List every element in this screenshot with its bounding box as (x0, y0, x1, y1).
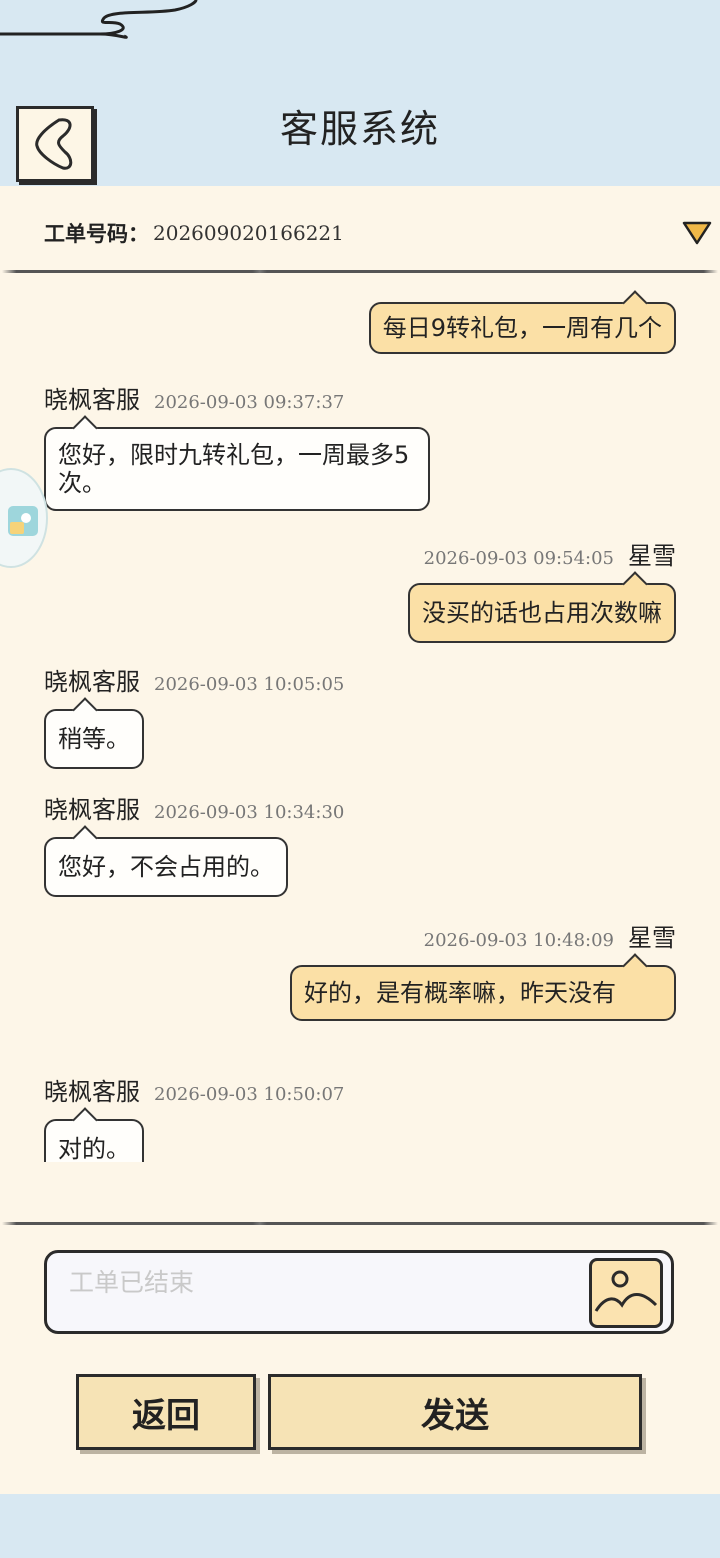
ticket-number-value: 202609020166221 (153, 221, 344, 245)
message-item: 晓枫客服 2026-09-03 10:34:30 您好，不会占用的。 (44, 790, 344, 897)
message-timestamp: 2026-09-03 10:05:05 (154, 674, 345, 695)
message-timestamp: 2026-09-03 10:50:07 (154, 1084, 345, 1105)
message-timestamp: 2026-09-03 10:48:09 (423, 930, 614, 951)
back-text-button[interactable]: 返回 (76, 1374, 256, 1450)
image-upload-button[interactable] (589, 1258, 663, 1328)
message-input[interactable]: 工单已结束 (44, 1250, 674, 1334)
message-item: 2026-09-03 10:48:09 星雪 好的，是有概率嘛，昨天没有 (290, 918, 676, 1021)
image-upload-icon (594, 1270, 658, 1312)
message-timestamp: 2026-09-03 10:34:30 (154, 802, 345, 823)
message-bubble: 每日9转礼包，一周有几个 (368, 302, 676, 354)
divider-top (2, 270, 718, 273)
ticket-number-label: 工单号码： (44, 222, 149, 246)
input-placeholder: 工单已结束 (69, 1268, 195, 1297)
page-title: 客服系统 (279, 107, 440, 151)
customer-service-screen: 客服系统 工单号码： 202609020166221 每日9转礼包，一周有几个 … (0, 0, 720, 1558)
message-item: 每日9转礼包，一周有几个 (368, 302, 676, 354)
sender-name: 星雪 (628, 542, 676, 570)
message-bubble: 对的。 (44, 1119, 144, 1162)
cloud-decoration (0, 0, 198, 39)
sender-name: 晓枫客服 (44, 1078, 140, 1106)
game-tile-icon (8, 506, 38, 536)
chat-messages[interactable]: 每日9转礼包，一周有几个 晓枫客服 2026-09-03 09:37:37 您好… (0, 276, 720, 1162)
send-button[interactable]: 发送 (268, 1374, 642, 1450)
message-bubble: 稍等。 (44, 709, 144, 769)
message-item: 2026-09-03 09:54:05 星雪 没买的话也占用次数嘛 (408, 536, 676, 643)
sender-name: 晓枫客服 (44, 796, 140, 824)
message-bubble: 好的，是有概率嘛，昨天没有 (290, 965, 676, 1021)
main-panel: 工单号码： 202609020166221 每日9转礼包，一周有几个 晓枫客服 … (0, 186, 720, 1494)
message-bubble: 没买的话也占用次数嘛 (408, 583, 676, 643)
message-timestamp: 2026-09-03 09:37:37 (154, 392, 345, 413)
message-item: 晓枫客服 2026-09-03 10:05:05 稍等。 (44, 662, 344, 769)
message-bubble: 您好，不会占用的。 (44, 837, 288, 897)
sender-name: 晓枫客服 (44, 386, 140, 414)
sender-name: 晓枫客服 (44, 668, 140, 696)
message-bubble: 您好，限时九转礼包，一周最多5次。 (44, 427, 430, 511)
divider-bottom (2, 1222, 718, 1225)
message-item: 晓枫客服 2026-09-03 10:50:07 对的。 (44, 1072, 344, 1162)
ticket-number-row: 工单号码： 202609020166221 (44, 218, 344, 248)
message-timestamp: 2026-09-03 09:54:05 (423, 548, 614, 569)
message-item: 晓枫客服 2026-09-03 09:37:37 您好，限时九转礼包，一周最多5… (44, 380, 430, 511)
sender-name: 星雪 (628, 924, 676, 952)
triangle-down-icon[interactable] (682, 220, 712, 246)
